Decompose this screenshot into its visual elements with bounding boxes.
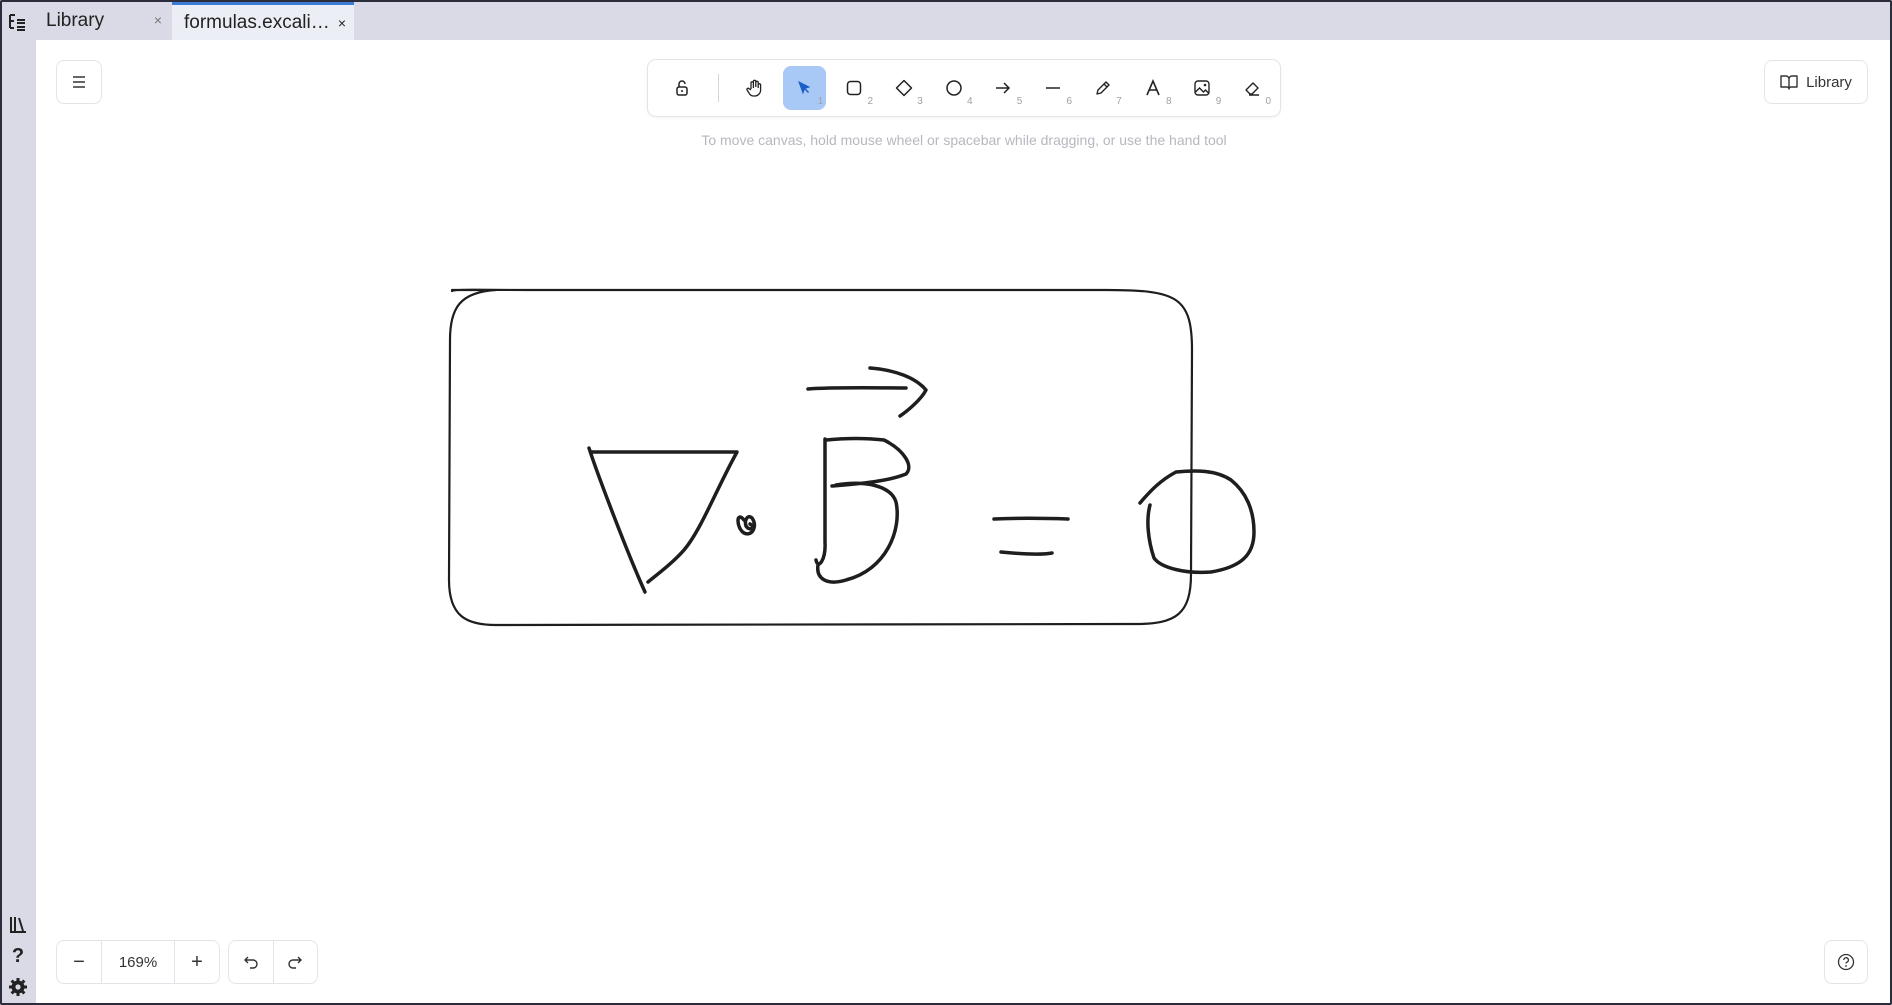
left-ribbon: ?: [2, 2, 34, 1003]
redo-icon: [288, 956, 303, 969]
tab-library[interactable]: Library ×: [34, 2, 170, 40]
letter-b-glyph[interactable]: [814, 436, 911, 584]
tab-label: Library: [46, 10, 105, 31]
tab-close-icon[interactable]: ×: [154, 12, 162, 28]
tab-label: formulas.excali…: [184, 11, 330, 33]
zoom-in-button[interactable]: +: [175, 941, 219, 983]
help-circle-icon: [1837, 953, 1855, 971]
settings-gear-icon[interactable]: [7, 976, 29, 998]
help-question-icon[interactable]: ?: [7, 945, 29, 967]
app-window: ? Library × formulas.excali… × 1 2 3 4 5…: [0, 0, 1892, 1005]
undo-button[interactable]: [229, 941, 273, 983]
excalidraw-canvas[interactable]: 1 2 3 4 5 6 7 8 9 0 To move canvas, hold…: [36, 40, 1890, 1003]
vector-arrow-glyph[interactable]: [806, 366, 928, 418]
equals-glyph[interactable]: [992, 516, 1070, 556]
tab-bar: Library × formulas.excali… ×: [34, 2, 1890, 40]
undo-redo-controls: [228, 940, 318, 984]
zero-glyph[interactable]: [1138, 469, 1256, 575]
zoom-controls: − 169% +: [56, 940, 220, 984]
drawing-layer: [447, 288, 1256, 627]
library-books-icon[interactable]: [7, 913, 29, 935]
nabla-glyph[interactable]: [587, 446, 739, 594]
zoom-out-button[interactable]: −: [57, 941, 101, 983]
undo-icon: [243, 956, 258, 969]
redo-button[interactable]: [272, 941, 318, 983]
file-explorer-icon[interactable]: [7, 11, 29, 33]
zoom-reset-button[interactable]: 169%: [101, 941, 175, 983]
help-button[interactable]: [1824, 940, 1868, 984]
dot-glyph[interactable]: [736, 514, 757, 536]
tab-formulas[interactable]: formulas.excali… ×: [172, 2, 354, 40]
tab-close-icon[interactable]: ×: [338, 15, 346, 31]
